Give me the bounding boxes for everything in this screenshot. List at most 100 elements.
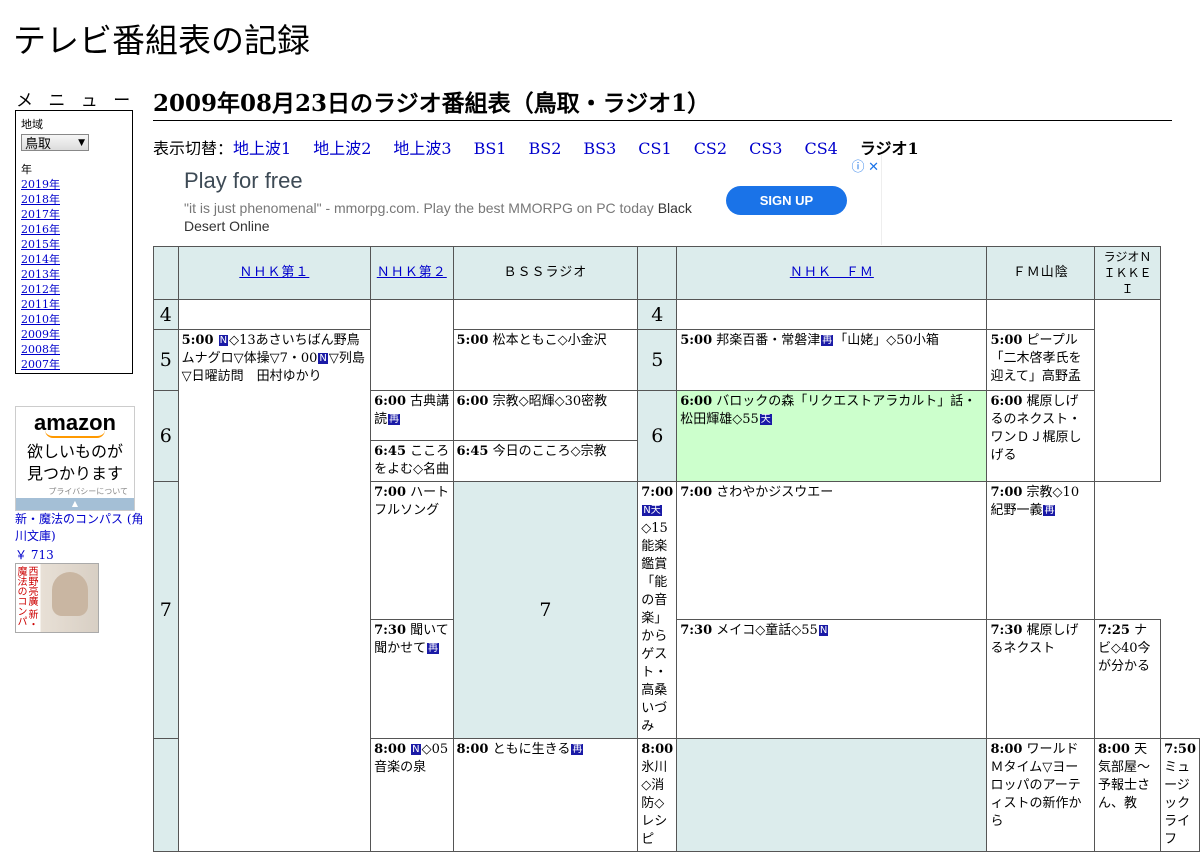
program-time: 6:00 [680,394,713,409]
program-time: 7:00 [641,485,674,500]
book-price[interactable]: ￥ 713 [15,546,54,563]
program-time: 8:00 [990,742,1023,757]
program-cell[interactable]: 7:30 聞いて聞かせて再 [370,619,454,739]
rerun-icon: 再 [571,744,584,755]
channel-header-bss: ＢＳＳラジオ [452,246,639,300]
year-link-2013[interactable]: 2013年 [21,267,127,282]
program-cell[interactable]: 5:00 松本ともこ◇小金沢 [452,329,639,391]
program-time: 8:00 [456,742,489,757]
year-link-2008[interactable]: 2008年 [21,342,127,357]
ad-description: "it is just phenomenal" - mmorpg.com. Pl… [184,199,704,235]
program-time: 6:00 [456,394,489,409]
book-cover-text: 西野亮廣 新・魔法のコンパス [15,566,37,630]
program-time: 7:30 [990,623,1023,639]
hour-label [153,738,179,852]
rerun-icon: 再 [821,335,834,346]
amazon-ad[interactable]: amazon 欲しいものが 見つかります プライバシーについて ▲ [15,406,135,511]
program-text: 邦楽百番・常磐津 [716,333,821,348]
program-text: 松本ともこ◇小金沢 [492,333,607,348]
year-link-2007[interactable]: 2007年 [21,357,127,372]
program-cell [676,299,988,330]
program-cell[interactable]: 6:45 こころをよむ◇名曲 [370,440,454,482]
year-link-2009[interactable]: 2009年 [21,327,127,342]
channel-header-fmsanin: ＦＭ山陰 [986,246,1095,300]
program-time: 6:45 [374,444,406,459]
program-cell [1093,299,1162,482]
ad-signup-button[interactable]: SIGN UP [726,186,847,215]
program-time: 5:00 [181,333,214,348]
year-link-2019[interactable]: 2019年 [21,177,127,192]
program-time: 5:00 [680,333,713,348]
carousel-up-icon[interactable]: ▲ [16,498,134,510]
program-cell[interactable]: 5:00 ピープル「二木啓孝氏を迎えて」高野孟 [986,329,1095,391]
program-cell-highlighted[interactable]: 6:00 バロックの森「リクエストアラカルト」話・松田輝雄◇55 天 [676,390,988,482]
news-weather-icon: N天 [642,505,662,516]
year-link-2014[interactable]: 2014年 [21,252,127,267]
hour-label: 4 [637,299,678,330]
program-text: さわやかジスウエー [716,485,834,500]
channel-header-nhkfm: ＮＨＫ ＦＭ [676,246,988,300]
year-link-2017[interactable]: 2017年 [21,207,127,222]
program-cell[interactable]: 6:45 今日のこころ◇宗教 [452,440,639,482]
book-cover-image[interactable]: 西野亮廣 新・魔法のコンパス [15,563,99,633]
program-text: 「山姥」◇50小箱 [834,333,939,348]
program-cell[interactable]: 7:25 ナビ◇40今が分かる [1093,619,1162,739]
program-cell[interactable]: 8:00 氷川◇消防◇レシピ [637,738,678,852]
program-time: 8:00 [641,742,674,757]
program-cell[interactable]: 6:00 古典講読再 [370,390,454,441]
program-cell [452,299,639,330]
program-text: ミュージックライフ [1164,760,1191,847]
program-cell[interactable]: 8:00 N ◇05音楽の泉 [370,738,454,852]
hour-label: 5 [153,329,179,391]
program-grid: ＮＨＫ第１ ＮＨＫ第２ ＢＳＳラジオ ＮＨＫ ＦＭ ＦＭ山陰 ラジオＮＩＫＫＥＩ… [153,246,1200,852]
program-cell[interactable]: 8:00 ワールドＭタイム▽ヨーロッパのアーティストの新作から [986,738,1095,852]
program-time: 8:00 [374,742,406,757]
amazon-tagline-2: 見つかります [26,466,123,483]
menu-box: 地域 鳥取 ▼ 年 2019年 2018年 2017年 2016年 2015年 … [15,110,133,374]
year-link-2016[interactable]: 2016年 [21,222,127,237]
program-cell[interactable]: 7:30 メイコ◇童話◇55 N [676,619,988,739]
program-cell[interactable]: 7:30 梶原しげるネクスト [986,619,1095,739]
program-cell[interactable]: 8:00 ともに生きる再 [452,738,639,852]
channel-link-nhk2[interactable]: ＮＨＫ第２ [377,265,447,280]
news-icon: N [318,353,328,364]
news-icon: N [818,625,829,637]
program-cell[interactable]: 6:00 宗教◇昭輝◇30密教 [452,390,639,441]
program-cell [986,299,1095,330]
program-cell[interactable]: 7:50 ミュージックライフ [1160,738,1200,852]
rerun-icon: 再 [427,643,440,655]
channel-link-nhkfm[interactable]: ＮＨＫ ＦＭ [790,265,874,280]
ad-info-close-icon[interactable]: ⓘ ✕ [851,156,879,175]
year-link-2010[interactable]: 2010年 [21,312,127,327]
news-icon: N [218,335,229,346]
book-title-link[interactable]: 新・魔法のコンパス (角川文庫) [15,511,145,545]
display-ad[interactable]: ⓘ ✕ Play for free "it is just phenomenal… [153,155,882,245]
hour-label [676,738,988,852]
year-link-2018[interactable]: 2018年 [21,192,127,207]
program-time: 6:00 [990,394,1023,409]
program-cell[interactable]: 5:00 邦楽百番・常磐津再「山姥」◇50小箱 [676,329,988,391]
hour-label: 4 [153,299,179,330]
rerun-icon: 再 [388,414,401,425]
program-cell[interactable]: 5:00 N ◇13あさいちばん野鳥ムナグロ▽体操▽7・00 N ▽列島▽日曜訪問 田… [177,329,372,852]
year-link-2011[interactable]: 2011年 [21,297,127,312]
ad-title[interactable]: Play for free [184,168,303,194]
program-cell[interactable]: 7:00 宗教◇10紀野一義再 [986,480,1095,621]
program-text: ともに生きる [492,742,571,757]
program-cell[interactable]: 7:00 N天 ◇15能楽鑑賞「能の音楽」からゲスト・高桑いづみ [637,481,678,739]
region-select[interactable]: 鳥取 ▼ [21,134,89,152]
program-cell[interactable]: 8:00 天気部屋～予報士さん、教 [1093,738,1162,852]
dropdown-arrow-icon: ▼ [78,137,85,148]
hour-label: 6 [637,390,678,482]
amazon-privacy-link[interactable]: プライバシーについて [16,486,134,497]
program-cell [177,299,372,330]
region-label: 地域 [21,118,43,131]
program-cell[interactable]: 6:00 梶原しげるのネクスト・ワンＤＪ梶原しげる [986,390,1095,482]
year-link-2015[interactable]: 2015年 [21,237,127,252]
program-cell[interactable]: 7:00 さわやかジスウエー [676,480,988,621]
year-link-2012[interactable]: 2012年 [21,282,127,297]
corner-cell-2 [637,246,678,300]
channel-link-nhk1[interactable]: ＮＨＫ第１ [239,265,309,280]
program-cell[interactable]: 7:00 ハートフルソング [370,480,454,621]
hour-label: 5 [637,329,678,391]
